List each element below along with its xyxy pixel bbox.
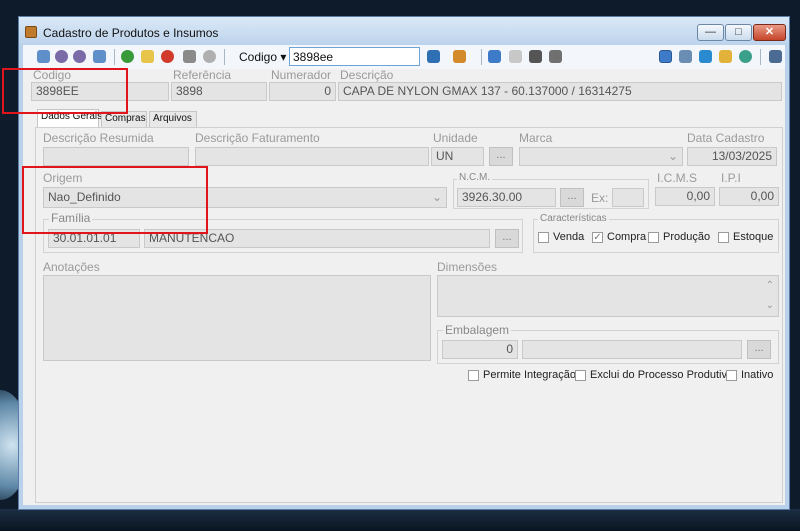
data-cadastro-field[interactable]: 13/03/2025 [687,147,777,166]
referencia-field[interactable]: 3898 [171,82,267,101]
anotacoes-textarea[interactable] [43,275,431,361]
document-icon[interactable] [509,50,522,63]
barcode-icon[interactable] [529,50,542,63]
descricao-resumida-field[interactable] [43,147,189,166]
numerador-field[interactable]: 0 [269,82,336,101]
referencia-label: Referência [173,68,232,82]
chevron-down-icon: ⌄ [667,149,678,163]
embalagem-unit-field[interactable] [522,340,742,359]
edit-icon[interactable] [141,50,154,63]
minimize-button[interactable]: — [697,24,724,41]
data-cadastro-label: Data Cadastro [687,131,765,145]
screen-icon[interactable] [659,50,672,63]
scroll-down-icon[interactable]: ⌄ [766,300,774,311]
anotacoes-label: Anotações [43,260,100,274]
refresh-icon[interactable] [699,50,712,63]
caracteristicas-label: Características [538,213,609,224]
toolbar-separator [224,49,225,65]
user-icon[interactable] [739,50,752,63]
exit-icon[interactable] [769,50,782,63]
dimensoes-label: Dimensões [437,260,498,274]
product-register-window: Cadastro de Produtos e Insumos — □ ✕ Cod… [18,16,790,510]
familia-lookup-button[interactable]: ... [495,229,519,248]
estoque-label: Estoque [733,231,774,243]
chevron-down-icon: ⌄ [431,190,442,204]
close-button[interactable]: ✕ [753,24,786,41]
label-icon[interactable] [719,50,732,63]
descricao-faturamento-field[interactable] [195,147,429,166]
print-icon[interactable] [183,50,196,63]
save-icon[interactable] [37,50,50,63]
maximize-button[interactable]: □ [725,24,752,41]
unidade-field[interactable]: UN [431,147,484,166]
window-title: Cadastro de Produtos e Insumos [43,26,219,40]
tools-icon[interactable] [549,50,562,63]
exclui-processo-checkbox[interactable] [575,370,586,381]
ncm-field[interactable]: 3926.30.00 [457,188,556,207]
producao-checkbox[interactable] [648,232,659,243]
embalagem-qty-field[interactable]: 0 [442,340,518,359]
marca-select[interactable]: ⌄ [519,147,683,166]
embalagem-lookup-button[interactable]: ... [747,340,771,359]
permite-integracao-checkbox[interactable] [468,370,479,381]
toolbar-separator [481,49,482,65]
icms-field[interactable]: 0,00 [655,187,715,206]
inativo-checkbox[interactable] [726,370,737,381]
form-panel: Codigo 3898EE Referência 3898 Numerador … [23,68,785,505]
undo-icon[interactable] [203,50,216,63]
numerador-label: Numerador [271,68,332,82]
marca-label: Marca [519,131,553,145]
producao-label: Produção [663,231,711,243]
venda-checkbox[interactable] [538,232,549,243]
toolbar-separator [760,49,761,65]
icms-label: I.C.M.S [657,171,698,185]
key-icon[interactable] [679,50,692,63]
descricao-label: Descrição [340,68,394,82]
search-input[interactable] [289,47,420,66]
scroll-up-icon[interactable]: ⌃ [766,280,774,291]
permite-integracao-label: Permite Integração [483,369,576,381]
ncm-lookup-button[interactable]: ... [560,188,584,207]
highlight-origem [22,166,208,234]
ipi-field[interactable]: 0,00 [719,187,779,206]
search-field-label[interactable]: Codigo ▾ [239,50,286,64]
app-box-icon [25,26,37,38]
descricao-resumida-label: Descrição Resumida [43,131,154,145]
descricao-faturamento-label: Descrição Faturamento [195,131,320,145]
exclui-processo-label: Exclui do Processo Produtivo [590,369,734,381]
unidade-lookup-button[interactable]: ... [489,147,513,166]
previous-record-icon[interactable] [73,50,86,63]
list-icon[interactable] [488,50,501,63]
toolbar-separator [114,49,115,65]
inativo-label: Inativo [741,369,774,381]
taskbar [0,509,800,531]
search-field-label-text: Codigo [239,50,278,64]
compra-label: Compra [607,231,647,243]
next-record-icon[interactable] [93,50,106,63]
add-icon[interactable] [121,50,134,63]
cancel-icon[interactable] [161,50,174,63]
first-record-icon[interactable] [55,50,68,63]
estoque-checkbox[interactable] [718,232,729,243]
chart-icon[interactable] [453,50,466,63]
ex-label: Ex: [591,191,609,205]
ipi-label: I.P.I [721,171,741,185]
dimensoes-textarea[interactable]: ⌃ ⌄ [437,275,779,317]
unidade-label: Unidade [433,131,478,145]
title-bar[interactable]: Cadastro de Produtos e Insumos — □ ✕ [19,17,789,45]
tab-arquivos[interactable]: Arquivos [149,111,197,127]
chevron-down-icon: ▾ [280,50,287,64]
venda-label: Venda [553,231,585,243]
search-icon[interactable] [427,50,440,63]
highlight-codigo [2,68,128,114]
ex-field[interactable] [612,188,644,207]
toolbar: Codigo ▾ [23,45,785,70]
compra-checkbox[interactable]: ✓ [592,232,603,243]
descricao-field[interactable]: CAPA DE NYLON GMAX 137 - 60.137000 / 163… [338,82,782,101]
embalagem-label: Embalagem [443,323,512,337]
ncm-label: N.C.M. [457,172,493,183]
